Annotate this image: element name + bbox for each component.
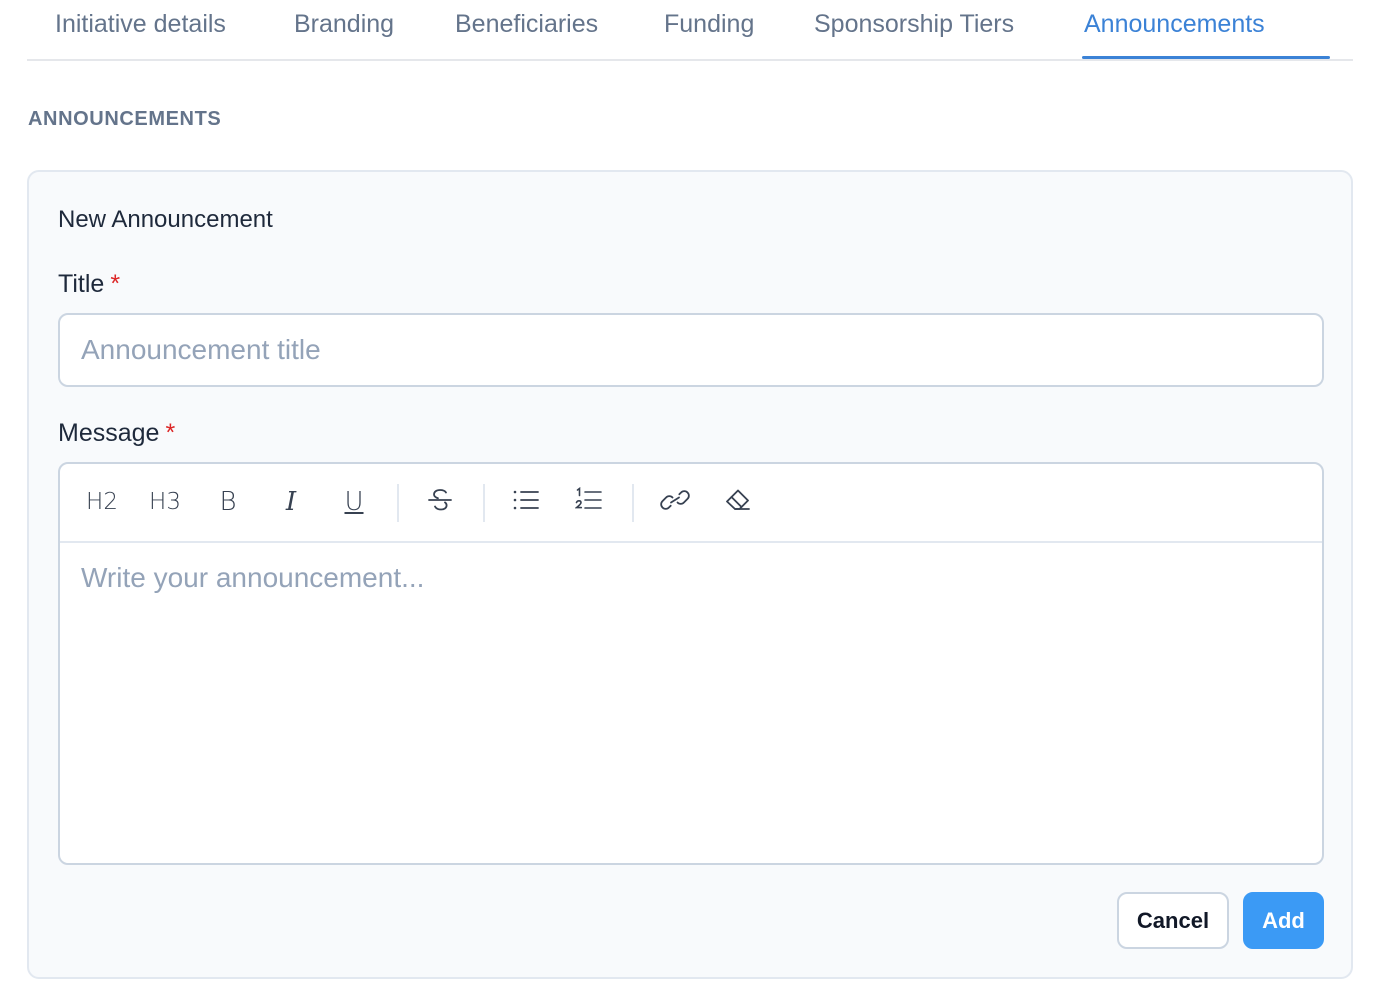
tab-sponsorship-tiers[interactable]: Sponsorship Tiers bbox=[814, 0, 1014, 61]
numbered-list-icon bbox=[574, 486, 603, 518]
message-label: Message * bbox=[58, 417, 175, 449]
editor-toolbar: H2 H3 B I U bbox=[60, 464, 1322, 543]
italic-label: I bbox=[285, 487, 297, 517]
message-placeholder: Write your announcement... bbox=[81, 562, 425, 593]
tab-announcements[interactable]: Announcements bbox=[1084, 0, 1265, 61]
tab-funding[interactable]: Funding bbox=[664, 0, 754, 61]
bold-label: B bbox=[219, 487, 237, 517]
clear-format-button[interactable] bbox=[716, 482, 760, 522]
tab-bar: Initiative details Branding Beneficiarie… bbox=[27, 0, 1353, 61]
strikethrough-button[interactable] bbox=[418, 482, 462, 522]
toolbar-divider bbox=[397, 484, 399, 522]
underline-label: U bbox=[344, 487, 364, 517]
title-label-text: Title bbox=[58, 270, 105, 298]
title-label: Title * bbox=[58, 268, 120, 300]
strikethrough-icon bbox=[427, 486, 453, 519]
heading-2-label: H2 bbox=[86, 489, 118, 515]
tab-initiative-details[interactable]: Initiative details bbox=[55, 0, 226, 61]
new-announcement-card: New Announcement Title* Message* H2 H3 B… bbox=[27, 170, 1353, 979]
active-tab-indicator bbox=[1082, 56, 1330, 59]
link-icon bbox=[659, 488, 691, 517]
cancel-button[interactable]: Cancel bbox=[1117, 892, 1229, 949]
bold-button[interactable]: B bbox=[206, 482, 250, 522]
add-button[interactable]: Add bbox=[1243, 892, 1324, 949]
numbered-list-button[interactable] bbox=[567, 482, 611, 522]
link-button[interactable] bbox=[653, 482, 697, 522]
heading-2-button[interactable]: H2 bbox=[80, 482, 124, 522]
italic-button[interactable]: I bbox=[269, 482, 313, 522]
heading-3-label: H3 bbox=[149, 489, 181, 515]
tab-branding[interactable]: Branding bbox=[294, 0, 394, 61]
message-label-text: Message bbox=[58, 419, 160, 447]
message-textarea[interactable]: Write your announcement... bbox=[60, 544, 1322, 863]
bullet-list-button[interactable] bbox=[504, 482, 548, 522]
required-marker: * bbox=[165, 419, 176, 447]
section-title: ANNOUNCEMENTS bbox=[28, 108, 222, 130]
toolbar-divider bbox=[632, 484, 634, 522]
toolbar-divider bbox=[483, 484, 485, 522]
eraser-icon bbox=[724, 487, 752, 518]
heading-3-button[interactable]: H3 bbox=[143, 482, 187, 522]
bullet-list-icon bbox=[512, 488, 540, 517]
underline-button[interactable]: U bbox=[332, 482, 376, 522]
message-editor: H2 H3 B I U Write your announcement... bbox=[58, 462, 1324, 865]
required-marker: * bbox=[110, 270, 121, 298]
tab-beneficiaries[interactable]: Beneficiaries bbox=[455, 0, 598, 61]
card-title: New Announcement bbox=[58, 206, 273, 233]
title-input[interactable] bbox=[58, 313, 1324, 387]
